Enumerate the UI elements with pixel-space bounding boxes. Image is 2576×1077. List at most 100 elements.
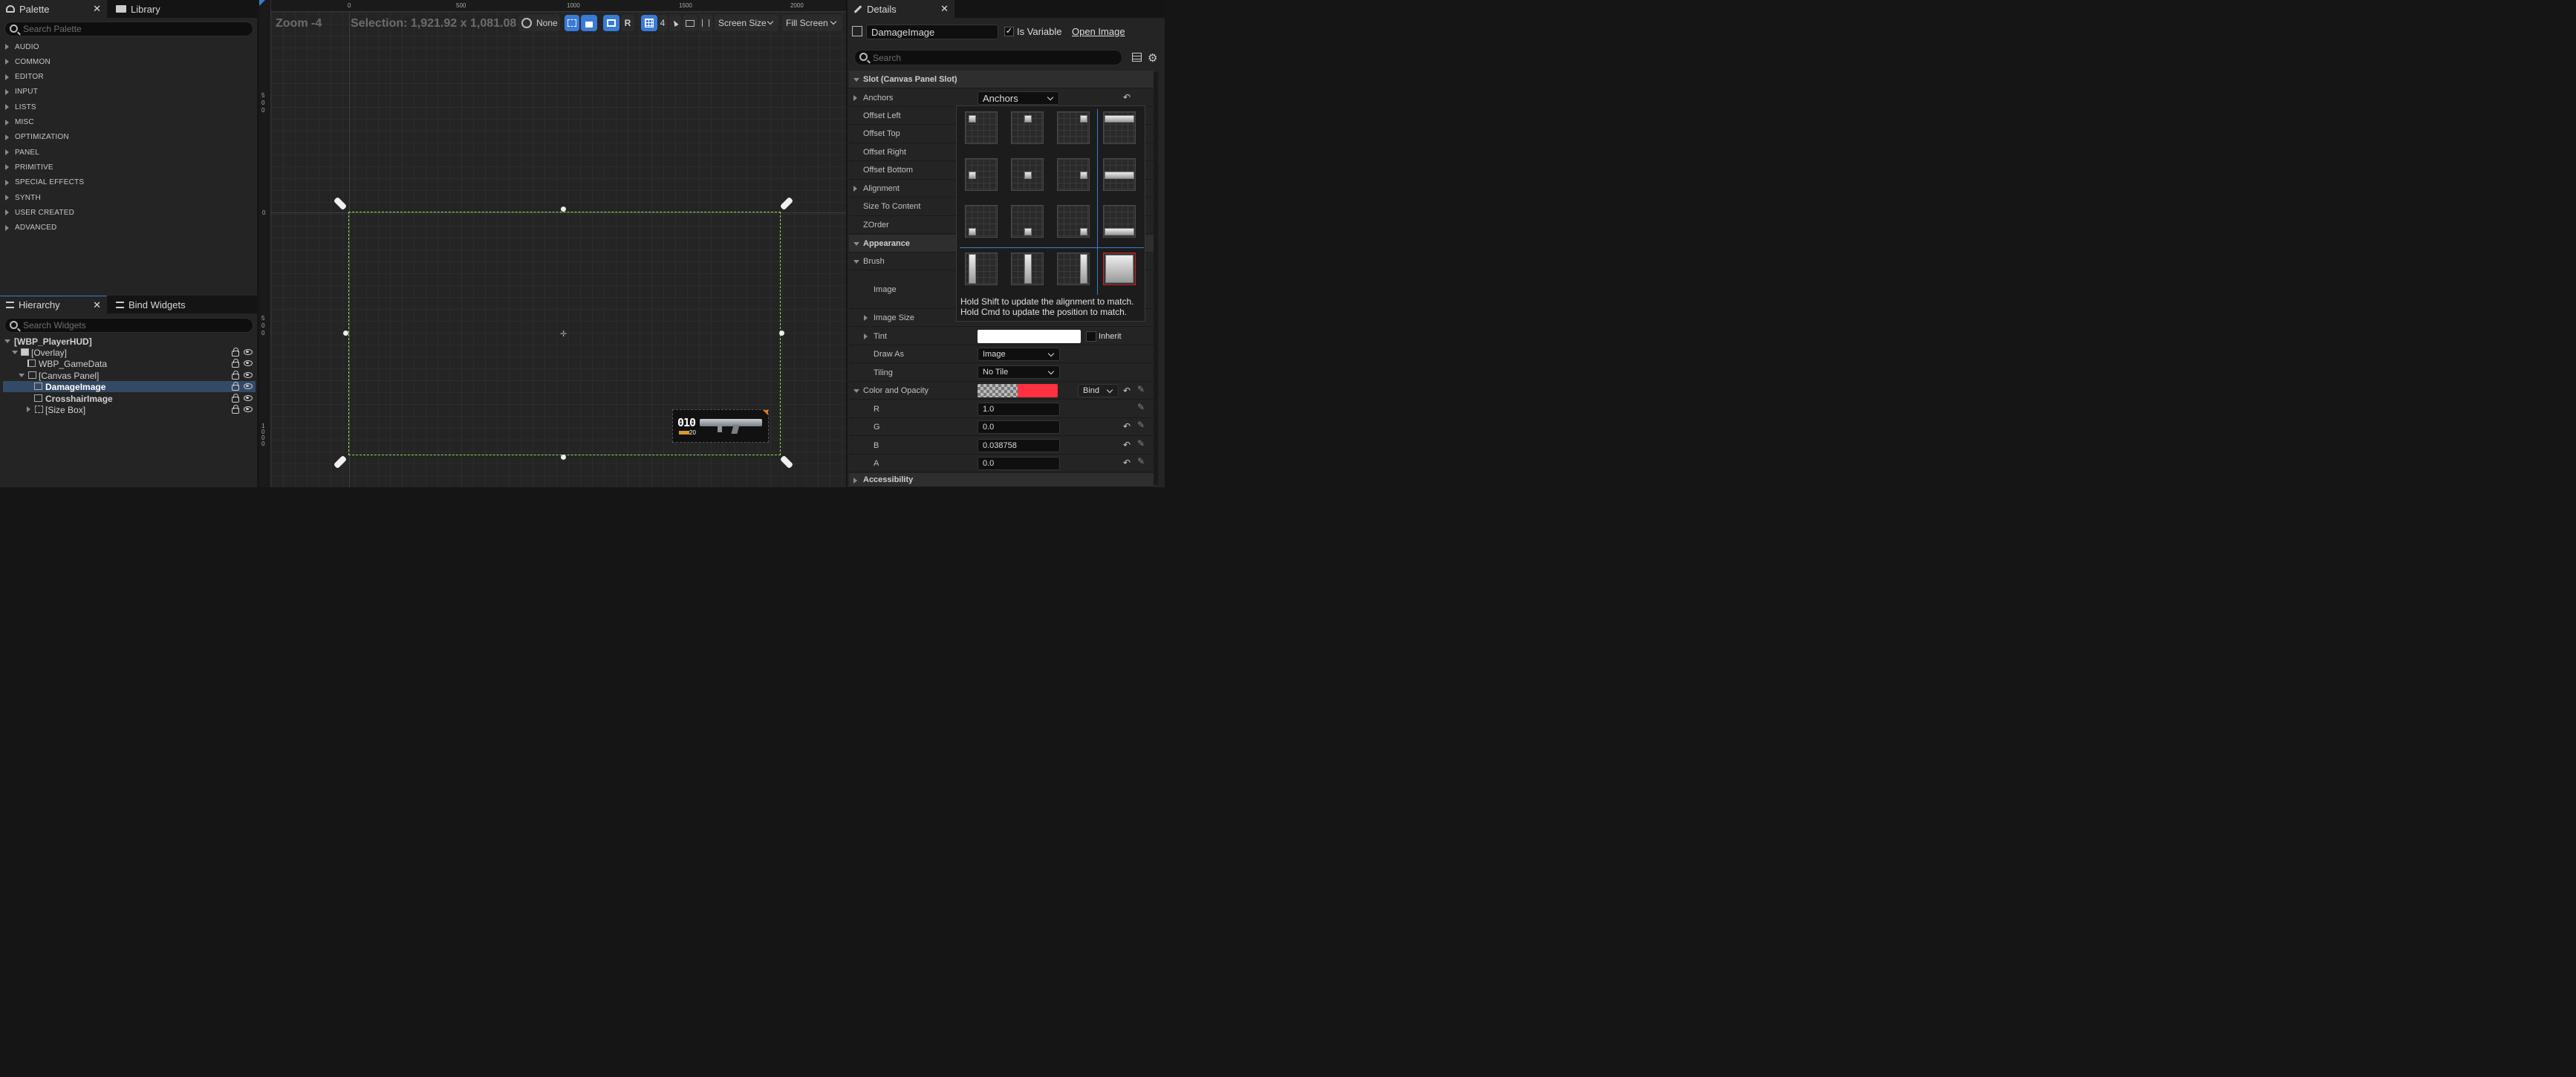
layout-toggle[interactable] (603, 15, 619, 31)
anchor-preset-button[interactable] (1103, 205, 1136, 238)
anchor-preset-button[interactable] (965, 158, 998, 191)
palette-category[interactable]: INPUT (0, 85, 256, 100)
fill-screen-dropdown[interactable]: Fill Screen (782, 15, 842, 31)
screen-size-dropdown[interactable]: Screen Size (715, 15, 778, 31)
anchor-preset-button[interactable] (1103, 158, 1136, 191)
unlock-icon[interactable] (232, 405, 239, 414)
anchor-handle-bottom-right[interactable] (779, 455, 794, 469)
collapse-arrow-icon[interactable] (853, 78, 859, 82)
grid-snap-toggle[interactable] (641, 15, 657, 31)
reset-icon[interactable]: ↶ (1123, 385, 1131, 396)
color-opacity-swatch[interactable] (978, 384, 1058, 397)
section-slot-header[interactable]: Slot (Canvas Panel Slot) (849, 71, 1154, 88)
is-variable-checkbox[interactable]: ✓ (1004, 27, 1014, 36)
tint-color-swatch[interactable] (978, 330, 1081, 343)
unlock-icon[interactable] (232, 359, 239, 368)
expand-arrow-icon[interactable] (853, 95, 857, 101)
expand-arrow-icon[interactable] (5, 104, 9, 111)
table-view-icon[interactable] (1132, 53, 1142, 62)
tree-item-gamedata[interactable]: WBP_GameData (3, 358, 256, 369)
palette-category[interactable]: LISTS (0, 100, 256, 114)
expand-arrow-icon[interactable] (19, 374, 25, 377)
anchors-dropdown[interactable]: Anchors (978, 91, 1059, 105)
expand-arrow-icon[interactable] (5, 195, 9, 201)
hierarchy-search-input[interactable]: Search Widgets (4, 318, 253, 333)
designer-viewport[interactable]: 0 500 1000 1500 2000 500 0 500 1000 Zoom… (259, 0, 846, 487)
draw-as-dropdown[interactable]: Image (978, 348, 1060, 361)
palette-category[interactable]: USER CREATED (0, 205, 256, 220)
anchor-preset-button[interactable] (1057, 253, 1090, 285)
anchor-preset-button[interactable] (965, 205, 998, 238)
anchor-preset-button[interactable] (1011, 205, 1044, 238)
anchor-preset-button[interactable] (965, 253, 998, 285)
palette-search-input[interactable]: Search Palette (4, 22, 253, 36)
tree-item-root[interactable]: [WBP_PlayerHUD] (3, 336, 256, 347)
tree-item-canvas-panel[interactable]: [Canvas Panel] (3, 370, 256, 381)
b-channel-input[interactable]: 0.038758 (978, 439, 1060, 452)
anchor-preset-button[interactable] (1057, 205, 1090, 238)
expand-arrow-icon[interactable] (5, 59, 9, 65)
palette-category[interactable]: SPECIAL EFFECTS (0, 175, 256, 190)
expand-arrow-icon[interactable] (5, 224, 9, 231)
anchor-preset-button[interactable] (1011, 158, 1044, 191)
eyedropper-icon[interactable]: ✎ (1137, 438, 1145, 449)
expand-arrow-icon[interactable] (4, 339, 10, 343)
reset-icon[interactable]: ↶ (1123, 92, 1131, 103)
expand-arrow-icon[interactable] (5, 74, 9, 80)
tab-library[interactable]: Library (110, 0, 199, 18)
collapse-arrow-icon[interactable] (853, 242, 859, 246)
tree-item-damage-image[interactable]: DamageImage (3, 381, 256, 392)
r-channel-input[interactable]: 1.0 (978, 403, 1060, 416)
expand-arrow-icon[interactable] (853, 478, 857, 484)
expand-arrow-icon[interactable] (5, 209, 9, 216)
eye-icon[interactable] (244, 383, 253, 389)
close-icon[interactable]: ✕ (93, 299, 101, 311)
section-accessibility-header[interactable]: Accessibility (849, 473, 1154, 487)
unlock-icon[interactable] (232, 382, 239, 391)
expand-arrow-icon[interactable] (5, 119, 9, 126)
details-search-input[interactable]: Search (854, 50, 1122, 65)
anchor-handle-top-right[interactable] (779, 196, 794, 211)
eye-icon[interactable] (244, 406, 253, 412)
eye-icon[interactable] (244, 349, 253, 355)
expand-arrow-icon[interactable] (5, 134, 9, 140)
anchor-preset-button[interactable] (1057, 111, 1090, 144)
tab-hierarchy[interactable]: Hierarchy ✕ (0, 296, 107, 313)
anchor-preset-button[interactable] (965, 111, 998, 144)
resize-handle[interactable] (343, 331, 348, 336)
gamedata-widget-preview[interactable]: 010 20 (672, 409, 769, 443)
collapse-arrow-icon[interactable] (853, 260, 859, 264)
palette-category[interactable]: ADVANCED (0, 221, 256, 235)
close-icon[interactable]: ✕ (93, 3, 101, 15)
open-image-link[interactable]: Open Image (1072, 26, 1125, 37)
expand-arrow-icon[interactable] (5, 149, 9, 156)
tree-item-overlay[interactable]: [Overlay] (3, 347, 256, 358)
anchor-preset-button[interactable] (1011, 111, 1044, 144)
tab-details[interactable]: Details ✕ (848, 0, 954, 18)
settings-gear-icon[interactable]: ⚙ (1148, 51, 1157, 65)
expand-arrow-icon[interactable] (5, 179, 9, 186)
eye-icon[interactable] (244, 395, 253, 401)
anchor-preset-button[interactable] (1057, 158, 1090, 191)
tiling-dropdown[interactable]: No Tile (978, 365, 1060, 379)
reset-icon[interactable]: ↶ (1123, 440, 1131, 450)
tree-item-size-box[interactable]: [Size Box] (3, 404, 256, 415)
eyedropper-icon[interactable]: ✎ (1137, 456, 1145, 466)
eyedropper-icon[interactable]: ✎ (1137, 384, 1145, 394)
resize-handle[interactable] (561, 206, 566, 212)
inherit-checkbox[interactable] (1086, 331, 1096, 342)
palette-category[interactable]: COMMON (0, 54, 256, 69)
safe-zone-toggle[interactable] (565, 15, 579, 31)
collapsed-arrow-icon[interactable] (27, 406, 30, 412)
tree-item-crosshair-image[interactable]: CrosshairImage (3, 393, 256, 404)
expand-arrow-icon[interactable] (864, 315, 868, 321)
pivot-crosshair-icon[interactable]: ✛ (560, 329, 567, 339)
localization-preview-button[interactable]: None (518, 15, 560, 31)
palette-category[interactable]: AUDIO (0, 39, 256, 54)
select-mode-button[interactable] (669, 15, 681, 31)
lock-toggle[interactable] (581, 15, 597, 31)
respect-locks-button[interactable]: R (621, 15, 634, 31)
eye-icon[interactable] (244, 372, 253, 378)
unlock-icon[interactable] (232, 348, 239, 357)
widget-name-input[interactable]: DamageImage (866, 25, 998, 39)
